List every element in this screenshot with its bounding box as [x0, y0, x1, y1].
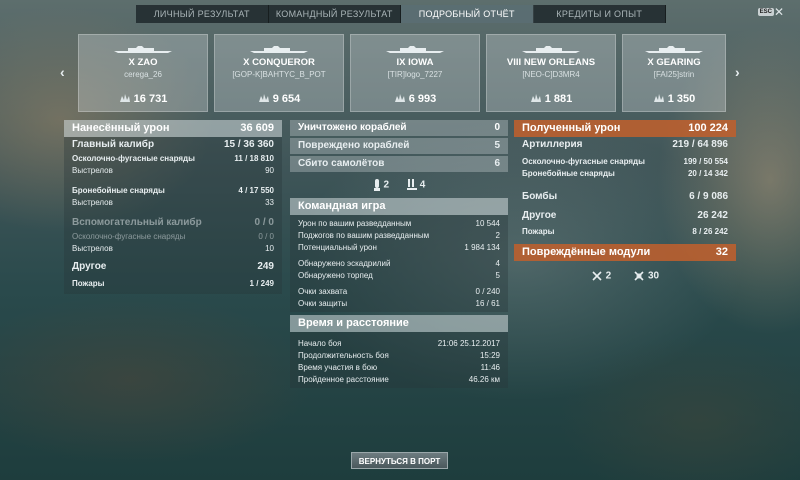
flooding-icon	[407, 179, 417, 190]
tab-bar: ЛИЧНЫЙ РЕЗУЛЬТАТ КОМАНДНЫЙ РЕЗУЛЬТАТ ПОД…	[136, 5, 666, 23]
received-he-row: Осколочно-фугасные снаряды 199 / 50 554	[522, 157, 728, 166]
middle-panel: Уничтожено кораблей 0 Повреждено кораблей…	[290, 120, 508, 388]
ship-damage: 16 731	[79, 93, 207, 105]
player-name: [TIR]logo_7227	[387, 70, 443, 79]
ship-damage: 9 654	[215, 93, 343, 105]
ship-card[interactable]: X GEARING [FAI25]strin 1 350	[622, 34, 726, 112]
time-row: Пройденное расстояние 46.26 км	[298, 375, 500, 384]
damage-dealt-panel: Нанесённый урон 36 609 Главный калибр 15 /…	[64, 120, 282, 294]
time-distance-header: Время и расстояние	[290, 315, 508, 332]
team-row: Очки защиты 16 / 61	[298, 299, 500, 308]
ap-shots-row: Выстрелов 33	[72, 198, 274, 207]
other-damage-row: Другое 249	[72, 261, 274, 272]
esc-key-badge: ESC	[757, 8, 774, 16]
team-row: Очки захвата 0 / 240	[298, 287, 500, 296]
tab-personal-result[interactable]: ЛИЧНЫЙ РЕЗУЛЬТАТ	[136, 5, 269, 23]
hit-icons-row: 2 4	[290, 174, 508, 196]
ship-card[interactable]: IX IOWA [TIR]logo_7227 6 993	[350, 34, 480, 112]
received-fires-row: Пожары 8 / 26 242	[522, 227, 728, 236]
received-ap-row: Бронебойные снаряды 20 / 14 342	[522, 169, 728, 178]
scroll-left-arrow-icon[interactable]: ‹	[60, 64, 65, 80]
ship-silhouette-icon	[645, 46, 703, 53]
main-caliber-row: Главный калибр 15 / 36 360	[72, 139, 274, 150]
ship-damage: 1 350	[623, 93, 725, 105]
ap-shells-row: Бронебойные снаряды 4 / 17 550	[72, 186, 274, 195]
time-row: Начало боя 21:06 25.12.2017	[298, 339, 500, 348]
damage-dealt-header: Нанесённый урон 36 609	[64, 120, 282, 137]
ship-silhouette-icon	[250, 46, 308, 53]
player-name: cerega_26	[124, 70, 162, 79]
ships-damaged-row: Повреждено кораблей 5	[290, 138, 508, 154]
ship-card[interactable]: VIII NEW ORLEANS [NEO-C]D3MR4 1 881	[486, 34, 616, 112]
received-other-row: Другое 26 242	[522, 210, 728, 221]
bombs-row: Бомбы 6 / 9 086	[522, 191, 728, 202]
team-row: Потенциальный урон 1 984 134	[298, 243, 500, 252]
return-to-port-button[interactable]: ВЕРНУТЬСЯ В ПОРТ	[351, 452, 448, 469]
ship-name: X GEARING	[647, 57, 701, 68]
artillery-row: Артиллерия 219 / 64 896	[522, 139, 728, 150]
module-destroyed-icon	[634, 271, 644, 281]
damage-received-panel: Полученный урон 100 224 Артиллерия 219 / 6…	[514, 120, 736, 291]
ship-name: IX IOWA	[396, 57, 434, 68]
damage-icon	[653, 94, 664, 102]
scroll-right-arrow-icon[interactable]: ›	[735, 64, 740, 80]
ship-cards: X ZAO cerega_26 16 731 X CONQUEROR [GOP-…	[78, 34, 726, 112]
tab-credits-experience[interactable]: КРЕДИТЫ И ОПЫТ	[533, 5, 666, 23]
ship-name: X ZAO	[128, 57, 158, 68]
fires-row: Пожары 1 / 249	[72, 279, 274, 288]
player-name: [GOP-K]BAHTYC_B_POT	[232, 70, 326, 79]
time-row: Продолжительность боя 15:29	[298, 351, 500, 360]
time-row: Время участия в бою 11:46	[298, 363, 500, 372]
team-row: Урон по вашим разведданным 10 544	[298, 219, 500, 228]
team-row: Обнаружено эскадрилий 4	[298, 259, 500, 268]
tab-detailed-report[interactable]: ПОДРОБНЫЙ ОТЧЁТ	[401, 5, 534, 23]
damage-icon	[394, 94, 405, 102]
ship-damage: 6 993	[351, 93, 479, 105]
ship-silhouette-icon	[114, 46, 172, 53]
module-icons-row: 2 30	[514, 261, 736, 291]
damage-received-header: Полученный урон 100 224	[514, 120, 736, 137]
he-shells-row: Осколочно-фугасные снаряды 11 / 18 810	[72, 154, 274, 163]
damage-icon	[119, 94, 130, 102]
torpedo-hit-icon	[373, 179, 380, 191]
ships-destroyed-row: Уничтожено кораблей 0	[290, 120, 508, 136]
secondary-caliber-row: Вспомогательный калибр 0 / 0	[72, 217, 274, 228]
secondary-shots-row: Выстрелов 10	[72, 244, 274, 253]
ship-silhouette-icon	[386, 46, 444, 53]
secondary-he-row: Осколочно-фугасные снаряды 0 / 0	[72, 232, 274, 241]
ship-damage: 1 881	[487, 93, 615, 105]
player-name: [NEO-C]D3MR4	[522, 70, 580, 79]
ship-name: VIII NEW ORLEANS	[506, 57, 596, 68]
planes-shot-row: Сбито самолётов 6	[290, 156, 508, 172]
he-shots-row: Выстрелов 90	[72, 166, 274, 175]
ship-card[interactable]: X CONQUEROR [GOP-K]BAHTYC_B_POT 9 654	[214, 34, 344, 112]
team-play-header: Командная игра	[290, 198, 508, 215]
damage-icon	[530, 94, 541, 102]
ship-name: X CONQUEROR	[243, 57, 315, 68]
team-row: Обнаружено торпед 5	[298, 271, 500, 280]
tab-team-result[interactable]: КОМАНДНЫЙ РЕЗУЛЬТАТ	[268, 5, 401, 23]
player-name: [FAI25]strin	[653, 70, 695, 79]
damaged-modules-header: Повреждённые модули 32	[514, 244, 736, 261]
close-icon[interactable]: ✕	[774, 5, 784, 19]
module-damage-icon	[592, 271, 602, 281]
ship-card[interactable]: X ZAO cerega_26 16 731	[78, 34, 208, 112]
team-row: Поджогов по вашим разведданным 2	[298, 231, 500, 240]
damage-icon	[258, 94, 269, 102]
ship-silhouette-icon	[522, 46, 580, 53]
